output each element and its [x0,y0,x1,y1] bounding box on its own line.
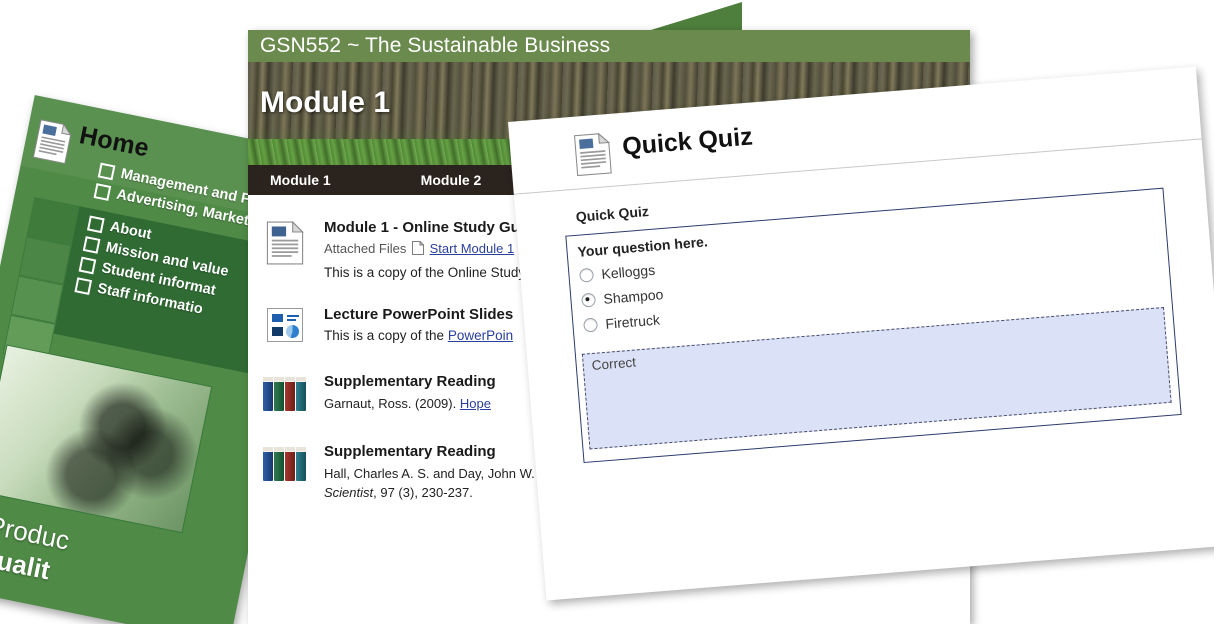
ppt-line [287,315,299,317]
quiz-question-box: Your question here. Kelloggs Shampoo Fir… [565,187,1182,464]
ppt-line [287,319,296,321]
powerpoint-icon [262,306,308,343]
ppt-pie [286,325,299,338]
quiz-feedback-box: Correct [581,306,1172,450]
document-icon [573,132,612,177]
quiz-option-label: Firetruck [604,311,661,332]
powerpoint-link[interactable]: PowerPoin [448,328,513,343]
book-spine [263,446,273,481]
reference-link[interactable]: Hope [460,396,491,411]
reference-text: Garnaut, Ross. (2009). [324,396,460,411]
checkbox-icon[interactable] [78,256,97,274]
screenshot-stage: Home Management and Fin Advertising, Mar… [0,0,1214,624]
books-icon [262,373,308,413]
nav-module-1[interactable]: Module 1 [256,172,345,188]
quiz-option-label: Kelloggs [600,261,656,282]
quiz-option-kelloggs[interactable]: Kelloggs [579,261,662,284]
quiz-options: Kelloggs Shampoo Firetruck [579,261,667,342]
journal-details: , 97 (3), 230-237. [373,485,473,501]
book-spine [285,377,295,411]
checkbox-icon[interactable] [82,235,101,254]
radio-icon[interactable] [583,317,599,333]
nav-module-2[interactable]: Module 2 [407,172,496,188]
attached-files-label: Attached Files [324,241,407,256]
checkbox-icon[interactable] [93,182,112,201]
book-spine [263,377,273,411]
radio-icon-selected[interactable] [581,292,597,308]
radio-icon[interactable] [579,267,595,283]
file-icon [410,240,430,256]
book-spine [274,446,284,481]
paragraph-text: This is a copy of the Online Stud [324,265,519,280]
quick-quiz-page: Quick Quiz Quick Quiz Your question here… [508,66,1214,601]
book-spine [296,446,306,481]
site-panel-photo [0,344,213,534]
checkbox-icon[interactable] [87,215,105,233]
ppt-block [272,314,283,322]
quiz-question: Your question here. [576,233,709,260]
book-spine [285,446,295,481]
books-icon [262,443,308,502]
book-spine [296,377,306,411]
quiz-title: Quick Quiz [621,122,754,161]
attached-file-link[interactable]: Start Module 1 [430,241,515,256]
quiz-subtitle: Quick Quiz [575,203,650,225]
quiz-option-label: Shampoo [602,286,664,307]
page-title: GSN552 ~ The Sustainable Business [248,30,970,62]
ppt-block [272,327,283,336]
quiz-option-shampoo[interactable]: Shampoo [581,286,664,309]
site-tagline: Produc qualit [0,510,236,623]
document-icon [262,219,308,280]
paragraph-text: This is a copy of the [324,328,448,343]
banner-heading: Module 1 [260,86,391,119]
checkbox-icon[interactable] [97,162,116,180]
quiz-option-firetruck[interactable]: Firetruck [583,311,666,334]
quiz-feedback-text: Correct [591,354,637,374]
book-spine [274,377,284,411]
checkbox-icon[interactable] [74,276,93,295]
journal-name: Scientist [324,485,374,501]
